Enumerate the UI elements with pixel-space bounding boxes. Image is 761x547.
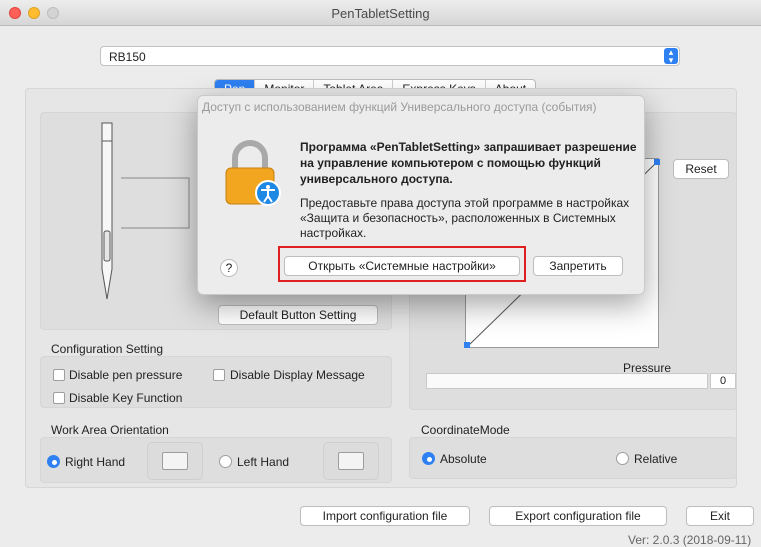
accessibility-dialog: Доступ с использованием функций Универса… (197, 95, 645, 295)
export-configuration-button[interactable]: Export configuration file (489, 506, 667, 526)
disable-pen-pressure-checkbox[interactable] (53, 369, 65, 381)
relative-label: Relative (634, 452, 678, 466)
coordinate-group: Absolute Relative (409, 437, 737, 479)
disable-key-function-checkbox[interactable] (53, 392, 65, 404)
exit-button[interactable]: Exit (686, 506, 754, 526)
pressure-meter (426, 373, 708, 389)
disable-key-function-label: Disable Key Function (69, 391, 183, 405)
dialog-message-bold: Программа «PenTabletSetting» запрашивает… (300, 140, 637, 186)
absolute-radio[interactable] (422, 452, 435, 465)
left-hand-label: Left Hand (237, 455, 290, 469)
disable-pen-pressure-label: Disable pen pressure (69, 368, 183, 382)
chevron-updown-icon: ▴ ▾ (664, 48, 678, 65)
tablet-icon (338, 452, 364, 470)
relative-radio[interactable] (616, 452, 629, 465)
dialog-title: Доступ с использованием функций Универса… (202, 100, 597, 114)
title-bar: PenTabletSetting (0, 0, 761, 26)
deny-button[interactable]: Запретить (533, 256, 623, 276)
pen-image-icon (101, 122, 113, 300)
disable-display-message-checkbox[interactable] (213, 369, 225, 381)
right-hand-label: Right Hand (65, 455, 126, 469)
absolute-label: Absolute (440, 452, 487, 466)
curve-handle-end[interactable] (654, 159, 660, 165)
version-label: Ver: 2.0.3 (2018-09-11) (628, 533, 752, 547)
left-hand-tablet-image (323, 442, 379, 480)
dialog-message: Предоставьте права доступа этой программ… (300, 196, 630, 240)
device-select[interactable]: RB150 ▴ ▾ (100, 46, 680, 66)
configuration-setting-title: Configuration Setting (51, 342, 164, 356)
lock-accessibility-icon (225, 140, 281, 206)
open-system-preferences-button[interactable]: Открыть «Системные настройки» (284, 256, 520, 276)
tablet-icon (162, 452, 188, 470)
reset-button[interactable]: Reset (673, 159, 729, 179)
curve-handle-start[interactable] (464, 342, 470, 348)
device-select-value: RB150 (109, 50, 146, 64)
right-hand-tablet-image (147, 442, 203, 480)
window-title: PenTabletSetting (331, 6, 430, 21)
pen-callout-lines (121, 177, 190, 229)
coordinate-mode-title: CoordinateMode (421, 423, 510, 437)
configuration-group: Disable pen pressure Disable Display Mes… (40, 356, 392, 408)
work-area-orientation-title: Work Area Orientation (51, 423, 169, 437)
help-button[interactable]: ? (220, 259, 238, 277)
default-button-setting-button[interactable]: Default Button Setting (218, 305, 378, 325)
disable-display-message-label: Disable Display Message (230, 368, 365, 382)
orientation-group: Right Hand Left Hand (40, 437, 392, 483)
import-configuration-button[interactable]: Import configuration file (300, 506, 470, 526)
left-hand-radio[interactable] (219, 455, 232, 468)
right-hand-radio[interactable] (47, 455, 60, 468)
pressure-value: 0 (710, 373, 736, 389)
